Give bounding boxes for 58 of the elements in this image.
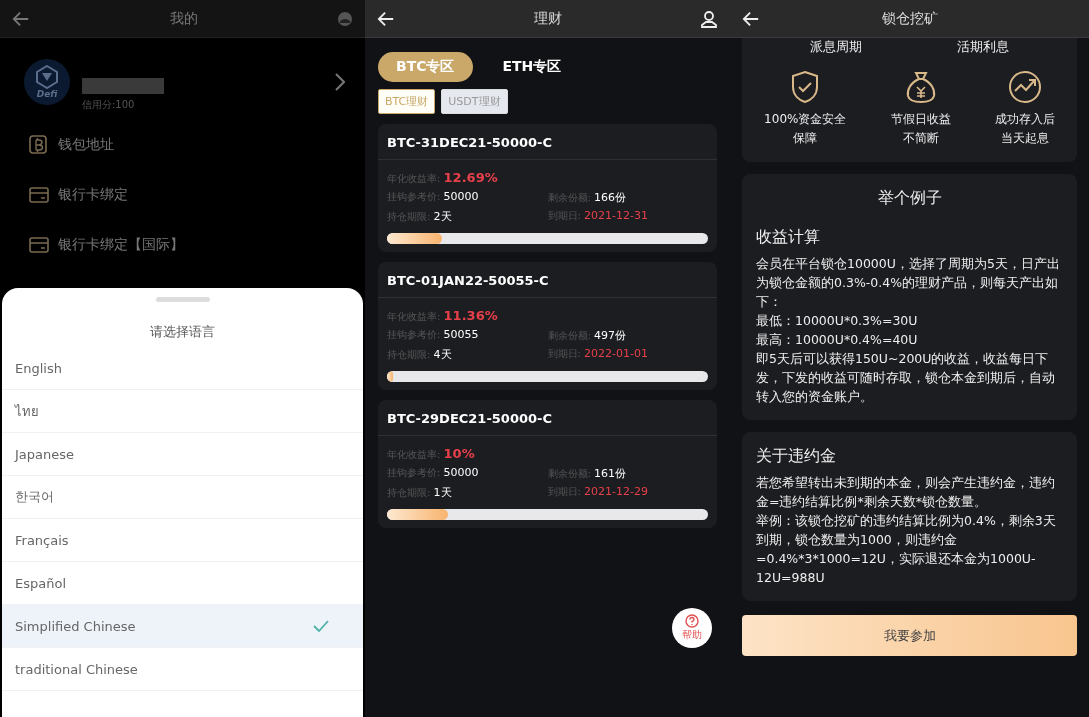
language-option[interactable]: English — [2, 347, 363, 390]
product-name: BTC-31DEC21-50000-C — [378, 124, 717, 160]
join-button[interactable]: 我要参加 — [742, 615, 1077, 656]
language-option[interactable]: Japanese — [2, 433, 363, 476]
credit-score: 信用分:100 — [82, 98, 136, 112]
language-label: English — [15, 360, 62, 376]
info-label: 活期利息 — [957, 38, 1010, 56]
zone-tab[interactable]: ETH专区 — [484, 52, 580, 82]
language-option[interactable]: traditional Chinese — [2, 648, 363, 691]
feature-label: 节假日收益 不简断 — [890, 111, 951, 147]
screen-title: 理财 — [533, 9, 562, 28]
paragraph-text: 最高：10000U*0.4%=40U — [756, 331, 919, 349]
product-name: BTC-01JAN22-50055-C — [378, 262, 717, 298]
menu-item[interactable]: 银行卡绑定 — [0, 170, 365, 220]
card-title: 举个例子 — [876, 188, 943, 209]
help-button[interactable]: 帮助 — [672, 608, 712, 648]
sheet-title: 请选择语言 — [149, 323, 216, 341]
bank-card-icon — [28, 186, 50, 204]
section-heading: 关于违约金 — [756, 446, 837, 467]
sheet-handle[interactable] — [155, 297, 210, 302]
language-option[interactable]: ไทย — [2, 390, 363, 433]
language-label: Simplified Chinese — [15, 618, 136, 634]
language-option[interactable]: 한국어 — [2, 476, 363, 519]
language-label: Français — [15, 532, 69, 548]
menu-item[interactable]: 银行卡绑定【国际】 — [0, 220, 365, 270]
menu-label: 银行卡绑定【国际】 — [58, 236, 184, 254]
info-label: 派息周期 — [809, 38, 862, 56]
help-icon — [685, 614, 699, 628]
language-label: Español — [15, 575, 66, 591]
language-label: Japanese — [15, 446, 75, 462]
feature-label: 100%资金安全 保障 — [764, 111, 847, 147]
menu-label: 钱包地址 — [58, 136, 114, 154]
language-label: traditional Chinese — [15, 661, 138, 677]
menu-item[interactable]: 钱包地址 — [0, 120, 365, 170]
language-option[interactable]: Simplified Chinese — [2, 605, 363, 648]
paragraph-text: 即5天后可以获得150U~200U的收益，收益每日下发，下发的收益可随时存取，锁仓本金到期后，自动转入您的资金账户。 — [756, 350, 1056, 406]
chevron-right-icon[interactable] — [335, 73, 345, 91]
bank-card-icon — [28, 236, 50, 254]
paragraph-text: 最低：10000U*0.3%=30U — [756, 312, 919, 330]
back-arrow-icon[interactable] — [742, 9, 760, 28]
language-option[interactable]: Français — [2, 519, 363, 562]
language-label: ไทย — [15, 402, 39, 421]
paragraph-text: 若您希望转出未到期的本金，则会产生违约金，违约金=违约结算比例*剩余天数*锁仓数量。 — [756, 474, 1056, 511]
app-logo: Defi — [24, 59, 70, 105]
bitcoin-wallet-icon — [28, 134, 50, 156]
back-arrow-icon[interactable] — [377, 9, 395, 28]
feature-label: 成功存入后 当天起息 — [994, 111, 1055, 147]
screen-title: 我的 — [169, 9, 198, 28]
paragraph-text: 会员在平台锁仓10000U，选择了周期为5天，日产出为锁仓金额的0.3%-0.4%的理财产品，则每天产出如下： — [756, 255, 1061, 311]
check-icon — [313, 620, 329, 632]
product-name: BTC-29DEC21-50000-C — [378, 400, 717, 436]
language-label: 한국어 — [15, 488, 54, 506]
paragraph-text: 举例：该锁仓挖矿的违约结算比例为0.4%，剩余3天到期，锁仓数量为1000，则违约金=0.4%*3*1000=12U，实际退还本金为1000U-12U=988U — [756, 512, 1057, 587]
screen-title: 锁仓挖矿 — [881, 9, 938, 28]
trend-chart-icon — [1007, 70, 1042, 104]
menu-label: 银行卡绑定 — [58, 186, 128, 204]
section-heading: 收益计算 — [756, 227, 821, 248]
person-icon[interactable] — [700, 9, 718, 28]
